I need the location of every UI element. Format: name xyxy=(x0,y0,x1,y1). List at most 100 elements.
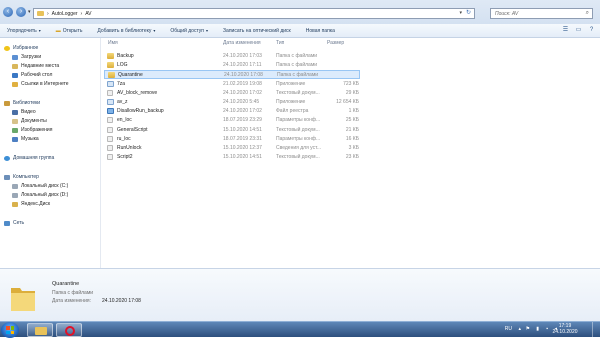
column-size[interactable]: Размер xyxy=(327,40,344,46)
folder-large-icon xyxy=(11,288,35,311)
file-date: 21.02.2019 19:08 xyxy=(223,80,262,87)
file-icon xyxy=(107,89,113,96)
search-icon[interactable]: ⌕ xyxy=(586,10,589,17)
file-row[interactable]: GeneralScript 15.10.2020 14:51 Текстовый д… xyxy=(104,126,360,135)
clock-date: 24.10.2020 xyxy=(552,329,578,335)
clock[interactable]: 17:19 24.10.2020 xyxy=(550,323,580,335)
nav-label: Видео xyxy=(21,109,36,115)
nav-internet-links[interactable]: Ссылки в Интернете xyxy=(12,80,69,88)
nav-disk-d[interactable]: Локальный диск (D:) xyxy=(12,191,68,199)
file-name: av_z xyxy=(117,99,128,105)
taskbar-explorer-button[interactable] xyxy=(27,323,53,337)
network-tray-icon[interactable]: ▪ xyxy=(546,326,548,332)
file-name: en_loc xyxy=(117,117,132,124)
homegroup-icon xyxy=(4,155,10,161)
file-type: Параметры конф... xyxy=(276,117,321,124)
flag-icon[interactable]: ⚑ xyxy=(526,326,530,332)
organize-label: Упорядочить xyxy=(7,27,37,34)
preview-pane-icon[interactable]: ▭ xyxy=(574,26,583,35)
file-date: 15.10.2020 14:51 xyxy=(223,154,262,161)
address-field[interactable]: › AutoLogger › AV ▾ ↻ xyxy=(33,8,475,19)
command-bar: Упорядочить ▾ ▬ Открыть Добавить в библиот… xyxy=(0,24,600,38)
file-type: Сведения для уст... xyxy=(276,145,322,151)
nav-desktop[interactable]: Рабочий стол xyxy=(12,71,52,79)
file-size: 16 КБ xyxy=(345,135,359,142)
nav-network[interactable]: Сеть xyxy=(4,219,24,227)
chevron-down-icon[interactable]: ▾ xyxy=(459,9,462,18)
nav-favorites[interactable]: Избранное xyxy=(4,44,38,52)
language-indicator[interactable]: RU xyxy=(505,326,512,332)
file-row[interactable]: av_z 24.10.2020 5:45 Приложение 12 654 КБ xyxy=(104,98,360,107)
open-button[interactable]: ▬ Открыть xyxy=(49,28,91,34)
refresh-icon[interactable]: ↻ xyxy=(466,9,471,18)
file-row[interactable]: Script2 15.10.2020 14:51 Текстовый докум..… xyxy=(104,153,360,162)
breadcrumb-segment-av[interactable]: AV xyxy=(85,11,91,17)
file-row[interactable]: Quarantine 24.10.2020 17:08 Папка с файлам… xyxy=(104,70,360,80)
show-hidden-icons[interactable]: ▴ xyxy=(518,326,521,332)
back-button[interactable]: ‹ xyxy=(3,7,13,17)
file-name: GeneralScript xyxy=(117,126,148,133)
column-name[interactable]: Имя xyxy=(108,40,118,46)
nav-label: Локальный диск (D:) xyxy=(21,192,69,198)
nav-music[interactable]: Музыка xyxy=(12,135,39,143)
file-row[interactable]: RunUnlock 15.10.2020 12:37 Сведения для ус… xyxy=(104,144,360,153)
chevron-down-icon: ▾ xyxy=(206,28,209,33)
search-input[interactable]: Поиск: AV ⌕ xyxy=(490,8,593,19)
file-date: 24.10.2020 17:03 xyxy=(223,53,262,59)
nav-documents[interactable]: Документы xyxy=(12,117,47,125)
nav-label: Документы xyxy=(21,118,47,124)
nav-downloads[interactable]: Загрузки xyxy=(12,53,41,61)
details-pane: Quarantine Папка с файлами Дата изменени… xyxy=(0,268,600,321)
taskbar-opera-button[interactable] xyxy=(56,323,82,337)
nav-yandex-disk[interactable]: Яндекс.Диск xyxy=(12,200,50,208)
opera-icon xyxy=(65,326,75,336)
view-options-icon[interactable]: ☰ xyxy=(561,26,570,35)
video-icon xyxy=(12,109,18,115)
new-folder-button[interactable]: Новая папка xyxy=(299,28,343,34)
column-type[interactable]: Тип xyxy=(276,40,284,46)
new-folder-label: Новая папка xyxy=(305,27,335,34)
nav-recent[interactable]: Недавние места xyxy=(12,62,59,70)
file-row[interactable]: 7za 21.02.2019 19:08 Приложение 723 КБ xyxy=(104,80,360,89)
organize-button[interactable]: Упорядочить ▾ xyxy=(0,28,49,34)
nav-libraries[interactable]: Библиотеки xyxy=(4,99,40,107)
power-icon[interactable]: ▮ xyxy=(536,326,539,332)
file-icon xyxy=(107,154,113,161)
nav-computer[interactable]: Компьютер xyxy=(4,173,39,181)
nav-homegroup[interactable]: Домашняя группа xyxy=(4,154,54,162)
nav-images[interactable]: Изображения xyxy=(12,126,52,134)
nav-video[interactable]: Видео xyxy=(12,108,36,116)
folder-icon xyxy=(108,72,115,79)
library-icon xyxy=(4,100,10,106)
file-date: 24.10.2020 17:08 xyxy=(224,72,263,79)
breadcrumb-separator: › xyxy=(47,10,49,17)
file-type: Файл реестра xyxy=(276,108,309,115)
burn-label: Записать на оптический диск xyxy=(223,27,291,34)
drive-icon xyxy=(12,192,18,198)
column-date[interactable]: Дата изменения xyxy=(223,40,261,46)
share-button[interactable]: Общий доступ ▾ xyxy=(163,28,216,34)
folder-icon xyxy=(107,62,114,69)
start-button[interactable] xyxy=(1,322,19,338)
file-row[interactable]: en_loc 18.07.2019 23:29 Параметры конф... 2… xyxy=(104,116,360,125)
forward-button[interactable]: › xyxy=(16,7,26,17)
registry-file-icon xyxy=(107,108,114,115)
file-size: 3 КБ xyxy=(348,145,359,151)
burn-button[interactable]: Записать на оптический диск xyxy=(216,28,299,34)
file-type: Приложение xyxy=(276,80,306,87)
file-date: 24.10.2020 5:45 xyxy=(223,99,260,105)
nav-label: Сеть xyxy=(13,220,25,226)
show-desktop-button[interactable] xyxy=(592,322,600,338)
file-name: AV_block_remove xyxy=(117,89,158,96)
help-icon[interactable]: ? xyxy=(587,26,596,35)
breadcrumb-segment-autologger[interactable]: AutoLogger xyxy=(52,11,78,17)
file-date: 15.10.2020 12:37 xyxy=(223,145,262,151)
windows-logo-icon xyxy=(6,326,14,334)
file-row[interactable]: ru_loc 18.07.2019 23:31 Параметры конф... 1… xyxy=(104,135,360,144)
file-row[interactable]: AV_block_remove 24.10.2020 17:02 Текстовый… xyxy=(104,89,360,98)
add-to-library-button[interactable]: Добавить в библиотеку ▾ xyxy=(90,28,163,34)
file-row[interactable]: Backup 24.10.2020 17:03 Папка с файлами xyxy=(104,52,360,61)
nav-disk-c[interactable]: Локальный диск (C:) xyxy=(12,182,68,190)
file-row[interactable]: LOG 24.10.2020 17:11 Папка с файлами xyxy=(104,61,360,70)
file-row[interactable]: DisallowRun_backup 24.10.2020 17:02 Файл р… xyxy=(104,107,360,116)
